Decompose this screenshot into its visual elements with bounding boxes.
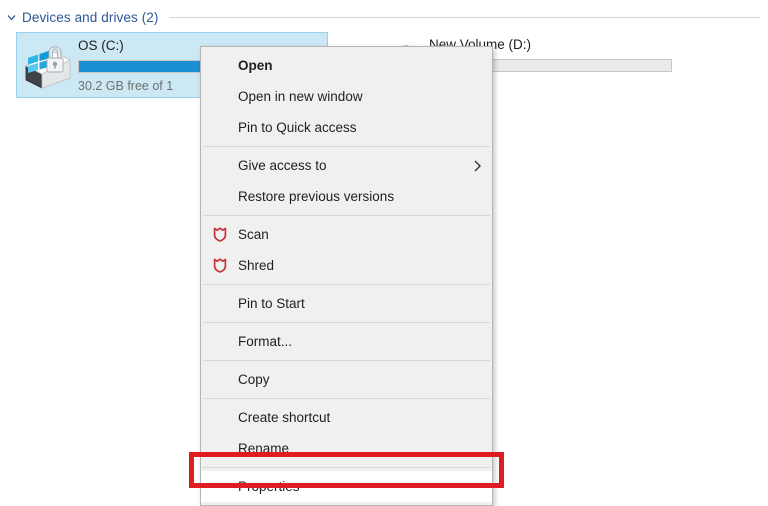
menu-item-restore-previous-versions[interactable]: Restore previous versions bbox=[201, 181, 492, 212]
menu-item-open-in-new-window[interactable]: Open in new window bbox=[201, 81, 492, 112]
menu-item-label: Restore previous versions bbox=[238, 189, 394, 204]
menu-item-label: Open in new window bbox=[238, 89, 363, 104]
menu-item-rename[interactable]: Rename bbox=[201, 433, 492, 464]
menu-item-label: Pin to Start bbox=[238, 296, 305, 311]
menu-item-create-shortcut[interactable]: Create shortcut bbox=[201, 402, 492, 433]
group-title: Devices and drives (2) bbox=[22, 10, 159, 25]
menu-item-icon-empty bbox=[207, 405, 233, 431]
shield-icon bbox=[207, 253, 233, 279]
menu-item-format[interactable]: Format... bbox=[201, 326, 492, 357]
menu-separator bbox=[203, 284, 490, 285]
menu-item-pin-to-start[interactable]: Pin to Start bbox=[201, 288, 492, 319]
menu-item-properties[interactable]: Properties bbox=[201, 471, 492, 502]
hard-drive-windows-bitlocker-icon bbox=[20, 36, 76, 94]
menu-separator bbox=[203, 360, 490, 361]
menu-item-icon-empty bbox=[207, 474, 233, 500]
menu-item-label: Copy bbox=[238, 372, 270, 387]
menu-separator bbox=[203, 322, 490, 323]
menu-item-label: Rename bbox=[238, 441, 289, 456]
menu-item-icon-empty bbox=[207, 329, 233, 355]
menu-item-icon-empty bbox=[207, 84, 233, 110]
menu-item-label: Give access to bbox=[238, 158, 327, 173]
menu-item-copy[interactable]: Copy bbox=[201, 364, 492, 395]
menu-item-icon-empty bbox=[207, 184, 233, 210]
shield-icon bbox=[207, 222, 233, 248]
chevron-right-icon bbox=[473, 159, 482, 172]
menu-item-label: Properties bbox=[238, 479, 300, 494]
menu-item-icon-empty bbox=[207, 153, 233, 179]
group-divider bbox=[169, 17, 760, 18]
menu-item-icon-empty bbox=[207, 367, 233, 393]
menu-item-label: Shred bbox=[238, 258, 274, 273]
menu-item-pin-to-quick-access[interactable]: Pin to Quick access bbox=[201, 112, 492, 143]
menu-item-label: Pin to Quick access bbox=[238, 120, 357, 135]
devices-and-drives-group-header[interactable]: Devices and drives (2) bbox=[0, 6, 768, 28]
menu-item-label: Format... bbox=[238, 334, 292, 349]
menu-item-icon-empty bbox=[207, 53, 233, 79]
menu-item-icon-empty bbox=[207, 291, 233, 317]
menu-item-scan[interactable]: Scan bbox=[201, 219, 492, 250]
chevron-down-icon[interactable] bbox=[0, 6, 22, 28]
menu-separator bbox=[203, 467, 490, 468]
menu-item-label: Scan bbox=[238, 227, 269, 242]
menu-separator bbox=[203, 215, 490, 216]
menu-item-icon-empty bbox=[207, 115, 233, 141]
drive-context-menu[interactable]: Open Open in new window Pin to Quick acces… bbox=[200, 46, 493, 506]
menu-item-label: Create shortcut bbox=[238, 410, 330, 425]
menu-separator bbox=[203, 398, 490, 399]
menu-item-open[interactable]: Open bbox=[201, 50, 492, 81]
menu-item-label: Open bbox=[238, 58, 273, 73]
menu-item-shred[interactable]: Shred bbox=[201, 250, 492, 281]
menu-item-icon-empty bbox=[207, 436, 233, 462]
menu-item-give-access-to[interactable]: Give access to bbox=[201, 150, 492, 181]
menu-separator bbox=[203, 146, 490, 147]
